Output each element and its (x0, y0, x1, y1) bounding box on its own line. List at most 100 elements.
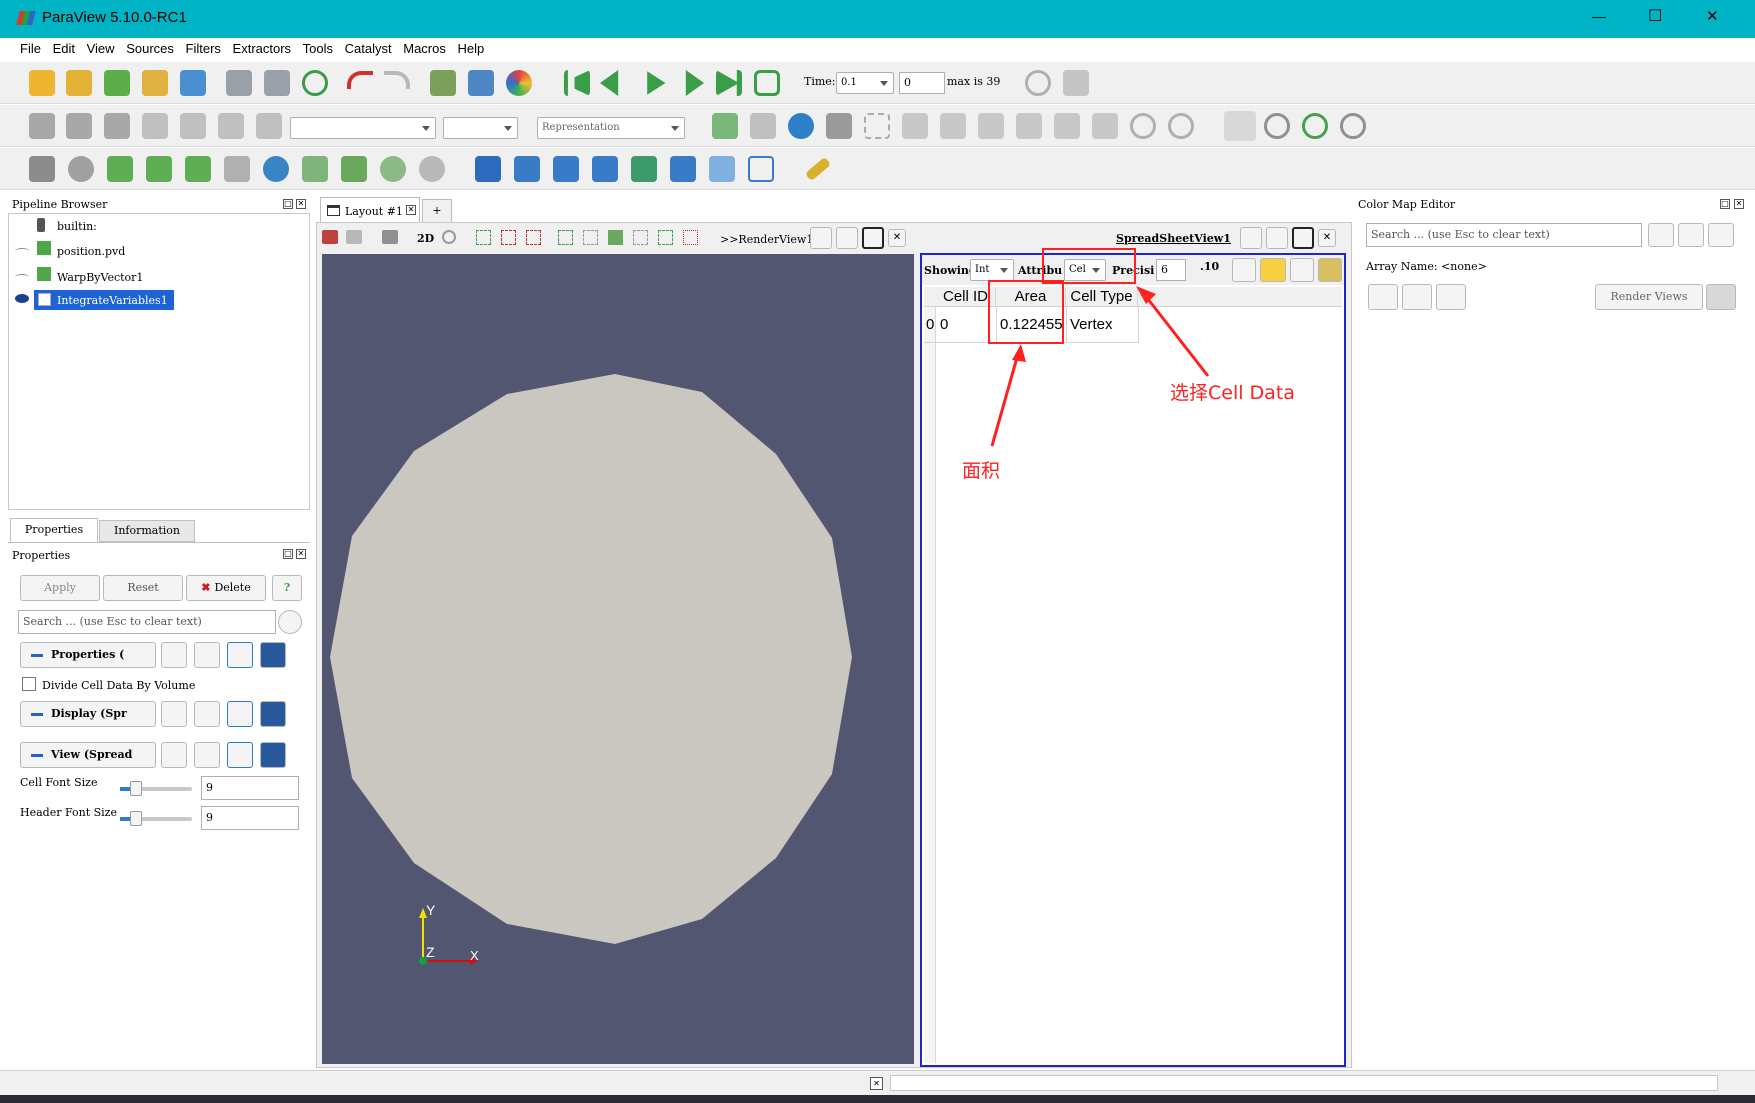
zoom-data-icon[interactable] (1025, 70, 1051, 96)
menu-file[interactable]: File (20, 41, 41, 56)
menu-sources[interactable]: Sources (126, 41, 174, 56)
reset-session-icon[interactable] (302, 70, 328, 96)
slider-handle[interactable] (130, 781, 142, 796)
probe-icon[interactable] (631, 156, 657, 182)
pipeline-item-integrate-row[interactable]: IntegrateVariables1 (34, 290, 174, 310)
menu-tools[interactable]: Tools (303, 41, 333, 56)
select-frustum-icon[interactable] (583, 230, 598, 245)
render-view[interactable]: Y Z X (322, 254, 914, 1064)
warp-vector-icon[interactable] (341, 156, 367, 182)
clip-icon[interactable] (107, 156, 133, 182)
save-icon[interactable] (260, 742, 286, 768)
zoom-closest-icon[interactable] (826, 113, 852, 139)
snowflake-icon[interactable] (709, 156, 735, 182)
interactive-select-icon[interactable] (633, 230, 648, 245)
render-views-button[interactable]: Render Views (1595, 284, 1703, 310)
eye-closed-icon[interactable] (15, 248, 29, 254)
last-frame-icon[interactable] (716, 70, 742, 96)
refresh-icon[interactable] (1368, 284, 1398, 310)
select-cells-icon[interactable] (501, 230, 516, 245)
toggle-selection-icon[interactable] (1232, 258, 1256, 282)
cube-axes-icon[interactable] (468, 70, 494, 96)
color-palette-icon[interactable] (506, 70, 532, 96)
view-plus-y-icon[interactable] (978, 113, 1004, 139)
python-calc-icon[interactable] (670, 156, 696, 182)
camera-capture-icon[interactable] (322, 230, 338, 244)
pipeline-item-builtin[interactable]: builtin: (57, 220, 97, 233)
first-frame-icon[interactable] (564, 70, 590, 96)
contour-icon[interactable] (68, 156, 94, 182)
rotate-plus-90-icon[interactable] (1130, 113, 1156, 139)
view-section-toggle[interactable]: View (Spread (20, 742, 156, 768)
rotation-center-icon[interactable] (1340, 113, 1366, 139)
screenshot-icon[interactable] (382, 230, 398, 244)
view-minus-y-icon[interactable] (1016, 113, 1042, 139)
connect-icon[interactable] (142, 70, 168, 96)
close-view-icon[interactable]: ✕ (1318, 229, 1336, 247)
layout-tab[interactable]: Layout #1 ✕ (320, 197, 420, 223)
gear-icon[interactable] (1648, 223, 1674, 247)
pick-center-icon[interactable] (1302, 113, 1328, 139)
menu-help[interactable]: Help (458, 41, 485, 56)
2d-toggle[interactable]: 2D (417, 232, 434, 245)
reset-button[interactable]: Reset (103, 575, 183, 601)
pipeline-item-position[interactable]: position.pvd (57, 245, 125, 258)
center-axes-icon[interactable] (1224, 111, 1256, 141)
rescale-icon[interactable] (142, 113, 168, 139)
maximize-view-icon[interactable] (862, 227, 884, 249)
paste-icon[interactable] (194, 642, 220, 668)
menu-view[interactable]: View (87, 41, 115, 56)
header-font-input[interactable]: 9 (201, 806, 299, 830)
close-tab-icon[interactable]: ✕ (406, 205, 416, 215)
rescale-temporal-icon[interactable] (218, 113, 244, 139)
precision-input[interactable]: 6 (1156, 259, 1186, 281)
clear-selection-icon[interactable] (683, 230, 698, 245)
undo-arrow-icon[interactable] (347, 71, 373, 89)
split-vertical-icon[interactable] (1266, 227, 1288, 249)
zoom-to-data-icon[interactable] (788, 113, 814, 139)
tab-information[interactable]: Information (99, 520, 195, 542)
copy-icon[interactable] (161, 701, 187, 727)
copy-icon[interactable] (161, 742, 187, 768)
reset-center-icon[interactable] (1264, 113, 1290, 139)
refresh-icon[interactable] (227, 642, 253, 668)
next-frame-icon[interactable] (685, 70, 704, 96)
edit-colormap-icon[interactable] (66, 113, 92, 139)
histogram-icon[interactable] (553, 156, 579, 182)
close-panel-icon[interactable]: ✕ (296, 549, 306, 559)
threshold-icon[interactable] (185, 156, 211, 182)
close-button[interactable]: ✕ (1706, 7, 1719, 25)
delete-button[interactable]: ✖ Delete (186, 575, 266, 601)
paste-icon[interactable] (194, 701, 220, 727)
paste-icon[interactable] (194, 742, 220, 768)
refresh-icon[interactable] (227, 742, 253, 768)
eye-closed-icon[interactable] (15, 274, 29, 280)
group-datasets-icon[interactable] (380, 156, 406, 182)
display-section-toggle[interactable]: Display (Spr (20, 701, 156, 727)
copy-icon[interactable] (161, 642, 187, 668)
plot-data-over-time-icon[interactable] (592, 156, 618, 182)
menu-extractors[interactable]: Extractors (233, 41, 292, 56)
tab-properties[interactable]: Properties (10, 518, 98, 542)
cell-font-slider[interactable] (120, 781, 192, 796)
split-vertical-icon[interactable] (836, 227, 858, 249)
close-view-icon[interactable]: ✕ (888, 229, 906, 247)
pipeline-item-integrate[interactable]: IntegrateVariables1 (57, 294, 168, 307)
view-minus-x-icon[interactable] (940, 113, 966, 139)
ruler-icon[interactable] (804, 156, 832, 182)
header-font-slider[interactable] (120, 811, 192, 826)
precision-format-button[interactable]: .10 (1200, 260, 1219, 273)
extract-level-icon[interactable] (419, 156, 445, 182)
refresh-icon[interactable] (227, 701, 253, 727)
close-panel-icon[interactable]: ✕ (1734, 199, 1744, 209)
tall-bar-icon[interactable] (1678, 223, 1704, 247)
save-icon[interactable] (260, 701, 286, 727)
reset-camera-icon[interactable] (712, 113, 738, 139)
spreadsheet-title[interactable]: SpreadSheetView1 (1116, 232, 1231, 245)
column-header[interactable]: Cell ID (936, 287, 996, 307)
reset-closest-icon[interactable] (750, 113, 776, 139)
render-view-label[interactable]: >>RenderView1 (720, 233, 813, 246)
pipeline-item-warp[interactable]: WarpByVector1 (57, 271, 143, 284)
slice-icon[interactable] (146, 156, 172, 182)
edit-icon[interactable] (1708, 223, 1734, 247)
